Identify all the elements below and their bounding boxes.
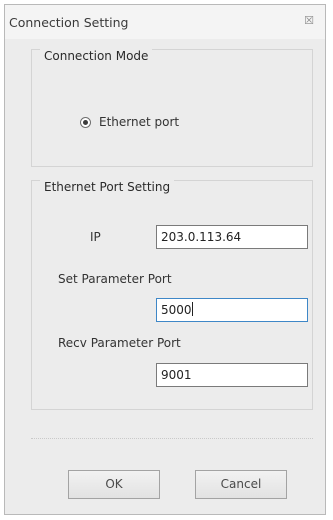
close-icon[interactable]: ☒ bbox=[301, 13, 317, 29]
recv-parameter-port-value: 9001 bbox=[161, 368, 192, 382]
ethernet-port-radio-row[interactable]: Ethernet port bbox=[80, 115, 179, 129]
window-title: Connection Setting bbox=[9, 15, 129, 30]
connection-mode-legend: Connection Mode bbox=[40, 49, 153, 63]
recv-parameter-port-label: Recv Parameter Port bbox=[58, 336, 181, 350]
footer-separator bbox=[31, 438, 313, 439]
connection-setting-dialog: Connection Setting ☒ Connection Mode Eth… bbox=[4, 4, 326, 515]
ethernet-port-setting-legend: Ethernet Port Setting bbox=[40, 180, 175, 194]
set-parameter-port-field[interactable]: 5000 bbox=[156, 298, 308, 322]
ip-value: 203.0.113.64 bbox=[161, 230, 242, 244]
ip-label: IP bbox=[90, 230, 101, 244]
set-parameter-port-value: 5000 bbox=[161, 303, 192, 317]
ip-field[interactable]: 203.0.113.64 bbox=[156, 225, 308, 249]
ethernet-port-radio-label[interactable]: Ethernet port bbox=[99, 115, 179, 129]
connection-mode-group: Connection Mode Ethernet port bbox=[31, 49, 313, 167]
title-bar: Connection Setting ☒ bbox=[5, 5, 325, 39]
cancel-button[interactable]: Cancel bbox=[195, 470, 287, 499]
set-parameter-port-label: Set Parameter Port bbox=[58, 272, 172, 286]
recv-parameter-port-field[interactable]: 9001 bbox=[156, 363, 308, 387]
text-caret bbox=[191, 302, 193, 316]
ethernet-port-setting-group: Ethernet Port Setting IP 203.0.113.64 Se… bbox=[31, 180, 313, 410]
ok-button[interactable]: OK bbox=[68, 470, 160, 499]
ethernet-port-radio[interactable] bbox=[80, 116, 91, 128]
radio-selected-dot bbox=[83, 119, 88, 125]
